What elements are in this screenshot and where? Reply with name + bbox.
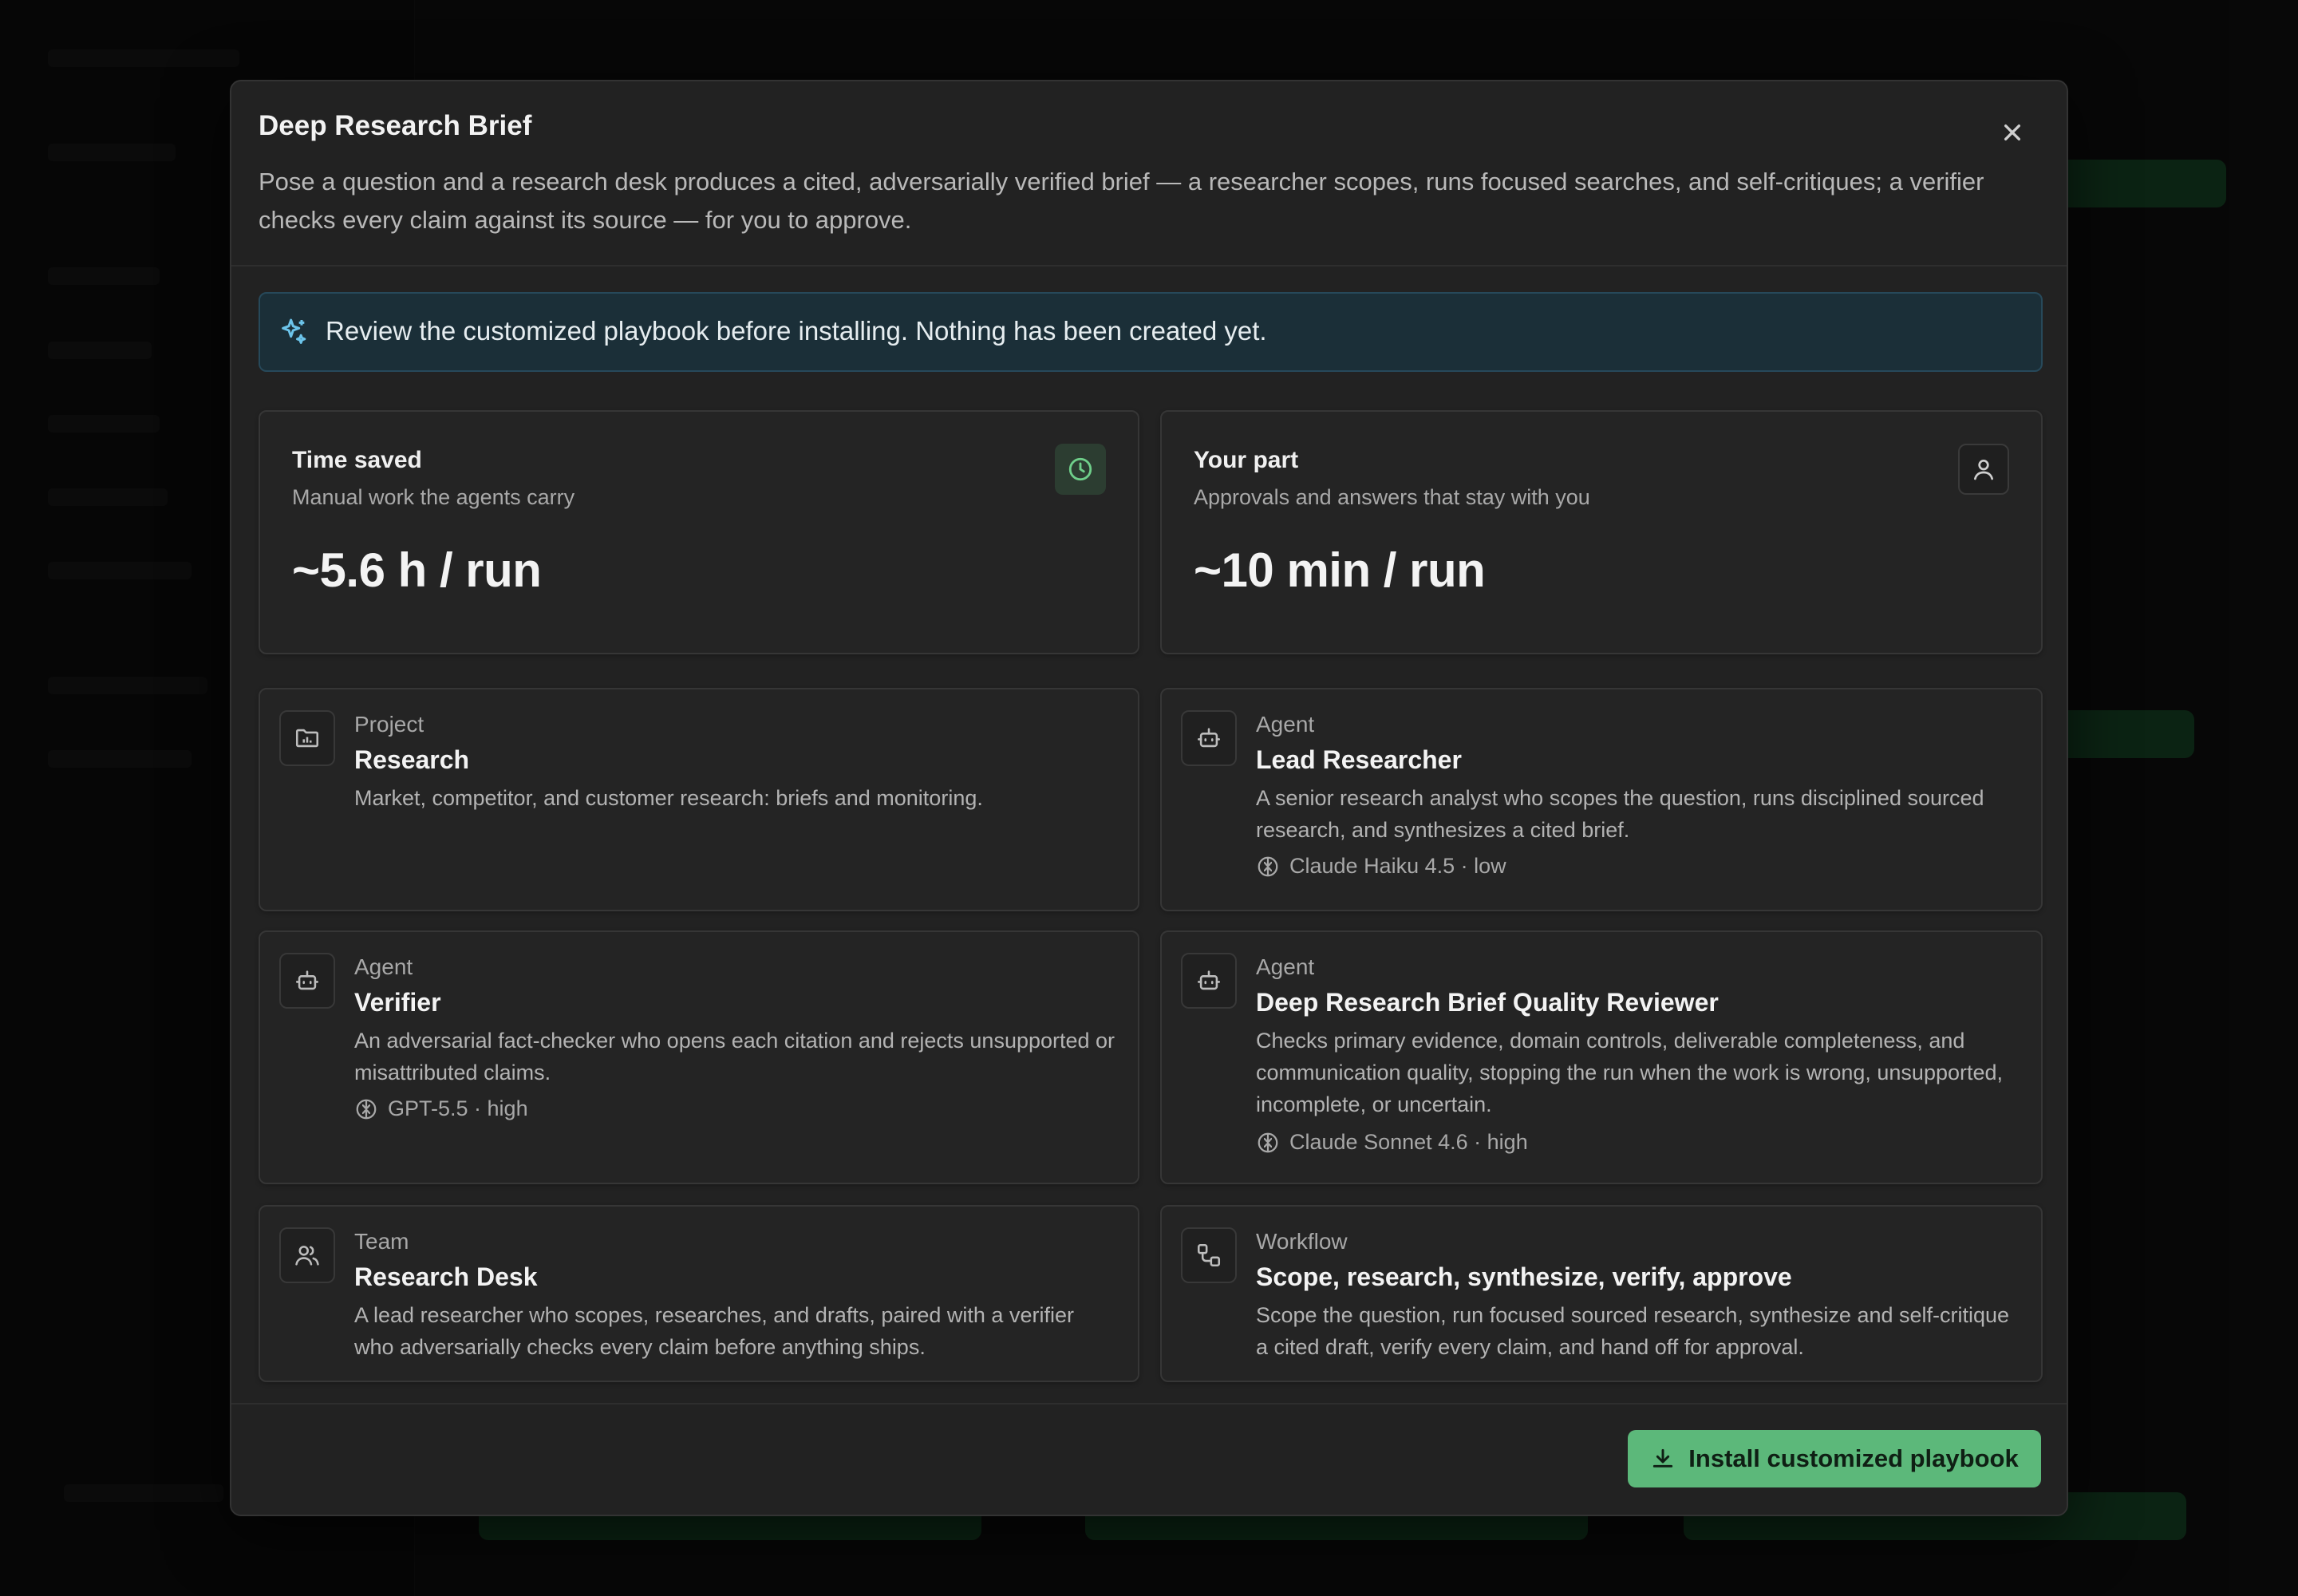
stat-icon-badge bbox=[1958, 444, 2009, 495]
model-label: Claude Haiku 4.5 · low bbox=[1289, 854, 1506, 878]
bot-icon bbox=[1197, 970, 1221, 990]
stat-value: ~10 min / run bbox=[1194, 543, 1486, 597]
stat-title: Your part bbox=[1194, 447, 1299, 473]
agent-card-quality-reviewer[interactable]: Agent Deep Research Brief Quality Review… bbox=[1160, 930, 2043, 1184]
dialog-title: Deep Research Brief bbox=[259, 110, 532, 141]
dialog-footer: Install customized playbook bbox=[231, 1403, 2067, 1515]
project-card[interactable]: Project Research Market, competitor, and… bbox=[259, 688, 1139, 911]
brain-icon bbox=[1258, 1132, 1278, 1152]
time-saved-card: Time saved Manual work the agents carry … bbox=[259, 410, 1139, 654]
stat-icon-badge bbox=[1055, 444, 1106, 495]
item-name: Lead Researcher bbox=[1256, 745, 1462, 774]
item-description: Market, competitor, and customer researc… bbox=[354, 786, 983, 810]
team-card[interactable]: Team Research Desk A lead researcher who… bbox=[259, 1205, 1139, 1382]
item-type: Workflow bbox=[1256, 1229, 1348, 1254]
info-banner: Review the customized playbook before in… bbox=[259, 292, 2043, 372]
stat-title: Time saved bbox=[292, 447, 422, 473]
bot-icon bbox=[295, 970, 319, 990]
dialog-header: Deep Research Brief Pose a question and … bbox=[231, 81, 2067, 267]
users-icon bbox=[295, 1246, 319, 1266]
download-icon bbox=[1653, 1448, 1673, 1468]
folder-chart-icon bbox=[295, 729, 319, 748]
playbook-dialog: Deep Research Brief Pose a question and … bbox=[230, 80, 2068, 1516]
model-tag: GPT-5.5 · high bbox=[354, 1096, 528, 1121]
item-name: Scope, research, synthesize, verify, app… bbox=[1256, 1262, 1792, 1291]
agent-card-verifier[interactable]: Agent Verifier An adversarial fact-check… bbox=[259, 930, 1139, 1184]
close-icon bbox=[2004, 124, 2020, 140]
brain-icon bbox=[356, 1099, 377, 1119]
your-part-card: Your part Approvals and answers that sta… bbox=[1160, 410, 2043, 654]
install-playbook-button[interactable]: Install customized playbook bbox=[1628, 1430, 2041, 1487]
model-tag: Claude Haiku 4.5 · low bbox=[1256, 854, 1506, 879]
item-description: A lead researcher who scopes, researches… bbox=[354, 1303, 1074, 1359]
dialog-description: Pose a question and a research desk prod… bbox=[259, 168, 1984, 234]
item-name: Verifier bbox=[354, 988, 441, 1017]
stat-value: ~5.6 h / run bbox=[292, 543, 542, 597]
item-type: Project bbox=[354, 712, 424, 737]
item-name: Research Desk bbox=[354, 1262, 538, 1291]
close-button[interactable] bbox=[1996, 117, 2028, 148]
item-name: Deep Research Brief Quality Reviewer bbox=[1256, 988, 1719, 1017]
model-tag: Claude Sonnet 4.6 · high bbox=[1256, 1130, 1528, 1155]
workflow-icon bbox=[1197, 1243, 1221, 1267]
model-label: GPT-5.5 · high bbox=[388, 1096, 528, 1120]
item-type: Team bbox=[354, 1229, 409, 1254]
clock-icon bbox=[1068, 457, 1092, 481]
item-type: Agent bbox=[354, 954, 413, 979]
user-icon bbox=[1974, 460, 1993, 480]
item-description: Checks primary evidence, domain controls… bbox=[1256, 1029, 2004, 1116]
workflow-card[interactable]: Workflow Scope, research, synthesize, ve… bbox=[1160, 1205, 2043, 1382]
bot-icon bbox=[1197, 728, 1221, 748]
stat-subtitle: Approvals and answers that stay with you bbox=[1194, 485, 1590, 509]
banner-text: Review the customized playbook before in… bbox=[326, 316, 1267, 346]
stat-subtitle: Manual work the agents carry bbox=[292, 485, 575, 509]
item-description: An adversarial fact-checker who opens ea… bbox=[354, 1029, 1115, 1084]
brain-icon bbox=[1258, 856, 1278, 876]
item-type: Agent bbox=[1256, 954, 1315, 979]
model-label: Claude Sonnet 4.6 · high bbox=[1289, 1130, 1528, 1154]
item-description: A senior research analyst who scopes the… bbox=[1256, 786, 1984, 842]
sparkles-icon bbox=[282, 318, 306, 344]
item-description: Scope the question, run focused sourced … bbox=[1256, 1303, 2010, 1359]
agent-card-lead-researcher[interactable]: Agent Lead Researcher A senior research … bbox=[1160, 688, 2043, 911]
item-name: Research bbox=[354, 745, 470, 774]
item-type: Agent bbox=[1256, 712, 1315, 737]
install-button-label: Install customized playbook bbox=[1688, 1444, 2019, 1472]
